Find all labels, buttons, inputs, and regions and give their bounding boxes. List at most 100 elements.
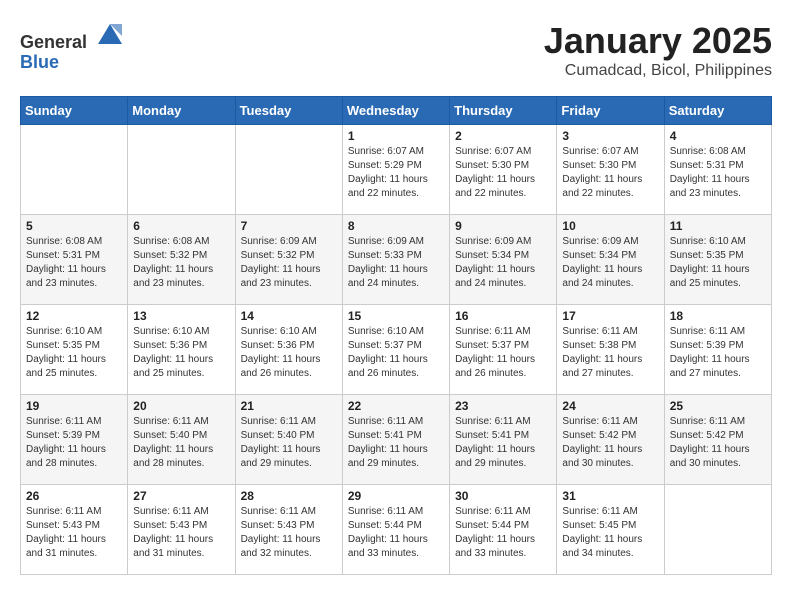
day-cell: 21 Sunrise: 6:11 AM Sunset: 5:40 PM Dayl… [235, 395, 342, 485]
day-info: Sunrise: 6:09 AM Sunset: 5:34 PM Dayligh… [455, 235, 551, 291]
week-row-4: 26 Sunrise: 6:11 AM Sunset: 5:43 PM Dayl… [21, 485, 772, 575]
sunset-text: Sunset: 5:35 PM [26, 340, 100, 351]
day-cell [21, 125, 128, 215]
daylight-text: Daylight: 11 hours and 31 minutes. [26, 534, 106, 559]
day-number: 5 [26, 219, 122, 233]
week-row-3: 19 Sunrise: 6:11 AM Sunset: 5:39 PM Dayl… [21, 395, 772, 485]
sunset-text: Sunset: 5:37 PM [455, 340, 529, 351]
sunset-text: Sunset: 5:31 PM [26, 250, 100, 261]
header-tuesday: Tuesday [235, 97, 342, 125]
calendar-title: January 2025 [544, 20, 772, 62]
sunset-text: Sunset: 5:32 PM [133, 250, 207, 261]
daylight-text: Daylight: 11 hours and 25 minutes. [133, 354, 213, 379]
daylight-text: Daylight: 11 hours and 33 minutes. [348, 534, 428, 559]
day-info: Sunrise: 6:10 AM Sunset: 5:37 PM Dayligh… [348, 325, 444, 381]
day-number: 17 [562, 309, 658, 323]
daylight-text: Daylight: 11 hours and 28 minutes. [26, 444, 106, 469]
day-cell: 2 Sunrise: 6:07 AM Sunset: 5:30 PM Dayli… [450, 125, 557, 215]
header-monday: Monday [128, 97, 235, 125]
day-info: Sunrise: 6:11 AM Sunset: 5:44 PM Dayligh… [455, 505, 551, 561]
day-cell: 26 Sunrise: 6:11 AM Sunset: 5:43 PM Dayl… [21, 485, 128, 575]
sunrise-text: Sunrise: 6:07 AM [455, 146, 531, 157]
day-number: 21 [241, 399, 337, 413]
day-info: Sunrise: 6:11 AM Sunset: 5:43 PM Dayligh… [133, 505, 229, 561]
sunset-text: Sunset: 5:37 PM [348, 340, 422, 351]
sunset-text: Sunset: 5:39 PM [26, 430, 100, 441]
logo: General Blue [20, 20, 126, 73]
day-number: 18 [670, 309, 766, 323]
sunrise-text: Sunrise: 6:11 AM [348, 416, 423, 427]
daylight-text: Daylight: 11 hours and 25 minutes. [26, 354, 106, 379]
sunset-text: Sunset: 5:43 PM [26, 520, 100, 531]
sunset-text: Sunset: 5:45 PM [562, 520, 636, 531]
day-info: Sunrise: 6:10 AM Sunset: 5:35 PM Dayligh… [670, 235, 766, 291]
day-cell: 6 Sunrise: 6:08 AM Sunset: 5:32 PM Dayli… [128, 215, 235, 305]
daylight-text: Daylight: 11 hours and 26 minutes. [241, 354, 321, 379]
day-info: Sunrise: 6:11 AM Sunset: 5:39 PM Dayligh… [670, 325, 766, 381]
day-cell: 5 Sunrise: 6:08 AM Sunset: 5:31 PM Dayli… [21, 215, 128, 305]
daylight-text: Daylight: 11 hours and 23 minutes. [241, 264, 321, 289]
sunrise-text: Sunrise: 6:11 AM [455, 416, 530, 427]
sunrise-text: Sunrise: 6:08 AM [670, 146, 746, 157]
daylight-text: Daylight: 11 hours and 23 minutes. [26, 264, 106, 289]
day-cell: 1 Sunrise: 6:07 AM Sunset: 5:29 PM Dayli… [342, 125, 449, 215]
sunrise-text: Sunrise: 6:09 AM [348, 236, 424, 247]
day-cell: 27 Sunrise: 6:11 AM Sunset: 5:43 PM Dayl… [128, 485, 235, 575]
sunrise-text: Sunrise: 6:10 AM [133, 326, 209, 337]
sunrise-text: Sunrise: 6:10 AM [670, 236, 746, 247]
sunrise-text: Sunrise: 6:10 AM [348, 326, 424, 337]
day-info: Sunrise: 6:11 AM Sunset: 5:45 PM Dayligh… [562, 505, 658, 561]
sunrise-text: Sunrise: 6:11 AM [26, 416, 101, 427]
daylight-text: Daylight: 11 hours and 22 minutes. [348, 174, 428, 199]
sunrise-text: Sunrise: 6:11 AM [670, 416, 745, 427]
sunset-text: Sunset: 5:29 PM [348, 160, 422, 171]
title-area: January 2025 Cumadcad, Bicol, Philippine… [544, 20, 772, 80]
day-cell: 23 Sunrise: 6:11 AM Sunset: 5:41 PM Dayl… [450, 395, 557, 485]
sunrise-text: Sunrise: 6:10 AM [26, 326, 102, 337]
day-info: Sunrise: 6:11 AM Sunset: 5:40 PM Dayligh… [133, 415, 229, 471]
daylight-text: Daylight: 11 hours and 23 minutes. [133, 264, 213, 289]
sunset-text: Sunset: 5:34 PM [562, 250, 636, 261]
sunrise-text: Sunrise: 6:09 AM [455, 236, 531, 247]
sunset-text: Sunset: 5:40 PM [133, 430, 207, 441]
daylight-text: Daylight: 11 hours and 22 minutes. [562, 174, 642, 199]
day-info: Sunrise: 6:09 AM Sunset: 5:32 PM Dayligh… [241, 235, 337, 291]
day-number: 13 [133, 309, 229, 323]
sunrise-text: Sunrise: 6:11 AM [133, 506, 208, 517]
day-cell: 17 Sunrise: 6:11 AM Sunset: 5:38 PM Dayl… [557, 305, 664, 395]
day-info: Sunrise: 6:08 AM Sunset: 5:32 PM Dayligh… [133, 235, 229, 291]
day-number: 27 [133, 489, 229, 503]
daylight-text: Daylight: 11 hours and 28 minutes. [133, 444, 213, 469]
day-cell: 22 Sunrise: 6:11 AM Sunset: 5:41 PM Dayl… [342, 395, 449, 485]
week-row-2: 12 Sunrise: 6:10 AM Sunset: 5:35 PM Dayl… [21, 305, 772, 395]
sunrise-text: Sunrise: 6:09 AM [562, 236, 638, 247]
header-saturday: Saturday [664, 97, 771, 125]
day-number: 30 [455, 489, 551, 503]
logo-icon [94, 20, 126, 48]
sunset-text: Sunset: 5:33 PM [348, 250, 422, 261]
logo-text: General Blue [20, 20, 126, 73]
day-number: 16 [455, 309, 551, 323]
day-cell: 16 Sunrise: 6:11 AM Sunset: 5:37 PM Dayl… [450, 305, 557, 395]
daylight-text: Daylight: 11 hours and 33 minutes. [455, 534, 535, 559]
sunset-text: Sunset: 5:42 PM [562, 430, 636, 441]
day-info: Sunrise: 6:08 AM Sunset: 5:31 PM Dayligh… [670, 145, 766, 201]
daylight-text: Daylight: 11 hours and 30 minutes. [562, 444, 642, 469]
day-cell: 15 Sunrise: 6:10 AM Sunset: 5:37 PM Dayl… [342, 305, 449, 395]
sunset-text: Sunset: 5:40 PM [241, 430, 315, 441]
day-number: 6 [133, 219, 229, 233]
day-number: 4 [670, 129, 766, 143]
daylight-text: Daylight: 11 hours and 27 minutes. [670, 354, 750, 379]
page-header: General Blue January 2025 Cumadcad, Bico… [20, 20, 772, 80]
day-cell: 11 Sunrise: 6:10 AM Sunset: 5:35 PM Dayl… [664, 215, 771, 305]
day-cell: 12 Sunrise: 6:10 AM Sunset: 5:35 PM Dayl… [21, 305, 128, 395]
day-cell: 18 Sunrise: 6:11 AM Sunset: 5:39 PM Dayl… [664, 305, 771, 395]
day-info: Sunrise: 6:11 AM Sunset: 5:42 PM Dayligh… [670, 415, 766, 471]
day-cell: 20 Sunrise: 6:11 AM Sunset: 5:40 PM Dayl… [128, 395, 235, 485]
day-cell: 13 Sunrise: 6:10 AM Sunset: 5:36 PM Dayl… [128, 305, 235, 395]
header-thursday: Thursday [450, 97, 557, 125]
sunrise-text: Sunrise: 6:11 AM [241, 506, 316, 517]
sunrise-text: Sunrise: 6:11 AM [562, 506, 637, 517]
day-number: 26 [26, 489, 122, 503]
sunset-text: Sunset: 5:35 PM [670, 250, 744, 261]
